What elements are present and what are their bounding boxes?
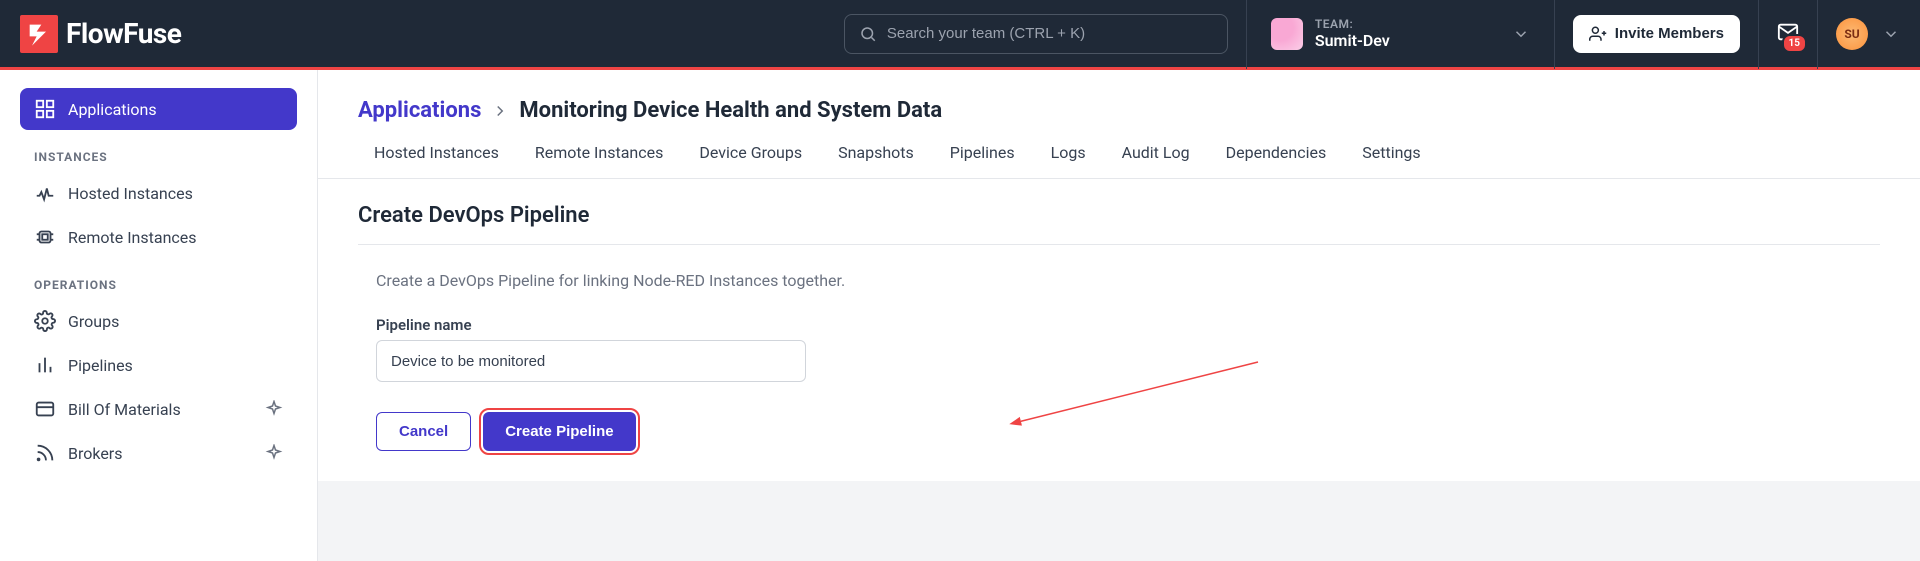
user-plus-icon (1589, 25, 1607, 43)
chevron-right-icon (491, 102, 509, 120)
chip-icon (34, 226, 56, 248)
divider (1246, 0, 1247, 69)
chevron-down-icon (1512, 25, 1530, 43)
team-avatar-icon (1271, 18, 1303, 50)
sidebar-label: Bill Of Materials (68, 400, 181, 419)
breadcrumb-current: Monitoring Device Health and System Data (519, 98, 942, 123)
pipeline-name-input[interactable] (376, 340, 806, 382)
notification-badge: 15 (1782, 34, 1807, 53)
sidebar-item-pipelines[interactable]: Pipelines (20, 344, 297, 386)
pipeline-name-label: Pipeline name (358, 308, 1880, 340)
sidebar-heading-operations: OPERATIONS (20, 260, 297, 300)
sidebar: Applications INSTANCES Hosted Instances … (0, 70, 318, 561)
tab-remote-instances[interactable]: Remote Instances (535, 143, 664, 178)
sidebar-label: Brokers (68, 444, 122, 463)
sidebar-item-remote-instances[interactable]: Remote Instances (20, 216, 297, 258)
search-input[interactable] (887, 25, 1213, 42)
user-avatar[interactable]: SU (1836, 18, 1868, 50)
cloud-icon (34, 182, 56, 204)
sidebar-label: Pipelines (68, 356, 133, 375)
card-description: Create a DevOps Pipeline for linking Nod… (358, 265, 1880, 308)
annotation-arrow (1008, 352, 1268, 436)
team-name: Sumit-Dev (1315, 31, 1390, 50)
search-icon (859, 25, 877, 43)
search-input-wrap[interactable] (844, 14, 1228, 54)
sidebar-label: Remote Instances (68, 228, 197, 247)
main-content: Applications Monitoring Device Health an… (318, 70, 1920, 561)
tab-hosted-instances[interactable]: Hosted Instances (374, 143, 499, 178)
sidebar-label: Hosted Instances (68, 184, 193, 203)
sidebar-item-groups[interactable]: Groups (20, 300, 297, 342)
tab-bar: Hosted Instances Remote Instances Device… (318, 133, 1920, 179)
breadcrumb-link-applications[interactable]: Applications (358, 98, 481, 123)
bars-icon (34, 354, 56, 376)
card-icon (34, 398, 56, 420)
sidebar-label: Groups (68, 312, 119, 331)
notifications-button[interactable]: 15 (1777, 21, 1799, 47)
rss-icon (34, 442, 56, 464)
grid-icon (34, 98, 56, 120)
gear-icon (34, 310, 56, 332)
logo-mark-icon (20, 15, 58, 53)
footer-area (318, 481, 1920, 561)
card-title: Create DevOps Pipeline (358, 203, 1880, 245)
divider (1817, 0, 1818, 69)
breadcrumb: Applications Monitoring Device Health an… (318, 70, 1920, 133)
tab-pipelines[interactable]: Pipelines (950, 143, 1015, 178)
tab-audit-log[interactable]: Audit Log (1122, 143, 1190, 178)
tab-settings[interactable]: Settings (1362, 143, 1420, 178)
sparkle-icon (265, 444, 283, 462)
divider (1554, 0, 1555, 69)
divider (1758, 0, 1759, 69)
team-selector[interactable]: TEAM: Sumit-Dev (1265, 17, 1536, 50)
tab-logs[interactable]: Logs (1051, 143, 1086, 178)
sidebar-item-brokers[interactable]: Brokers (20, 432, 297, 474)
create-pipeline-card: Create DevOps Pipeline Create a DevOps P… (358, 203, 1880, 481)
user-initials: SU (1844, 27, 1859, 41)
invite-members-button[interactable]: Invite Members (1573, 15, 1740, 53)
tab-snapshots[interactable]: Snapshots (838, 143, 914, 178)
top-header: FlowFuse TEAM: Sumit-Dev Invite Members … (0, 0, 1920, 70)
sidebar-label: Applications (68, 100, 157, 119)
logo[interactable]: FlowFuse (20, 15, 181, 53)
create-pipeline-button[interactable]: Create Pipeline (483, 412, 635, 451)
team-label: TEAM: (1315, 17, 1390, 31)
invite-members-label: Invite Members (1615, 25, 1724, 42)
cancel-button[interactable]: Cancel (376, 412, 471, 451)
sidebar-item-applications[interactable]: Applications (20, 88, 297, 130)
sidebar-item-bom[interactable]: Bill Of Materials (20, 388, 297, 430)
tab-device-groups[interactable]: Device Groups (699, 143, 802, 178)
logo-text: FlowFuse (66, 17, 181, 50)
chevron-down-icon[interactable] (1882, 25, 1900, 43)
sidebar-item-hosted-instances[interactable]: Hosted Instances (20, 172, 297, 214)
sidebar-heading-instances: INSTANCES (20, 132, 297, 172)
sparkle-icon (265, 400, 283, 418)
tab-dependencies[interactable]: Dependencies (1226, 143, 1327, 178)
